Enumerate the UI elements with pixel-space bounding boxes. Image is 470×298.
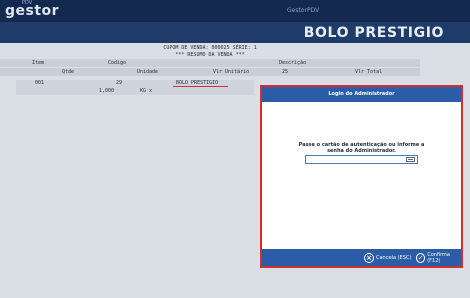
card-icon (406, 157, 415, 162)
admin-login-dialog: Login do Administrador Passe o cartão de… (260, 85, 463, 268)
receipt-header-line2: *** RESUMO DA VENDA *** (175, 52, 245, 58)
store-name: BOLO PRESTIGIO (303, 25, 444, 41)
col-unidade: Unidade (137, 69, 159, 75)
cancel-label: Cancela (ESC) (376, 255, 412, 261)
confirm-button[interactable]: ✓ Confirma (F12) (416, 252, 461, 264)
confirm-label: Confirma (F12) (427, 252, 450, 264)
col-25: 25 (282, 69, 289, 75)
column-header-row-1 (0, 59, 420, 67)
col-qtde: Qtde (62, 69, 75, 75)
line-qtde: 1,000 (99, 88, 115, 94)
receipt-header-line1: CUPOM DE VENDA: 000025 SÉRIE: 1 (163, 45, 257, 51)
dialog-message-line2: senha do Administrador. (327, 148, 396, 154)
dialog-footer: × Cancela (ESC) ✓ Confirma (F12) (262, 249, 461, 266)
line-unidade: KG x (140, 88, 153, 94)
col-descricao: Descrição (279, 60, 307, 66)
description-underline (173, 86, 228, 87)
col-codigo: Codigo (108, 60, 127, 66)
cancel-button[interactable]: × Cancela (ESC) (364, 252, 411, 264)
col-vlr-total: Vlr Total (355, 69, 383, 75)
logo-superscript: PDV (22, 0, 33, 6)
pdv-app: gestor PDV GestorPDV BOLO PRESTIGIO CUPO… (0, 0, 470, 298)
dialog-title: Login do Administrador (262, 87, 461, 102)
store-header: BOLO PRESTIGIO (0, 22, 470, 43)
x-circle-icon: × (364, 253, 374, 263)
line-codigo: 29 (116, 80, 123, 86)
receipt-line-row (16, 80, 254, 95)
app-title: GestorPDV (287, 7, 320, 14)
check-circle-icon: ✓ (416, 253, 426, 263)
col-item: Item (32, 60, 45, 66)
admin-password-input[interactable] (305, 155, 418, 164)
dialog-message: Passe o cartão de autenticação ou inform… (262, 142, 461, 154)
col-vlr-unitario: Vlr Unitário (213, 69, 250, 75)
title-bar: gestor PDV GestorPDV (0, 0, 470, 22)
line-item: 001 (35, 80, 45, 86)
